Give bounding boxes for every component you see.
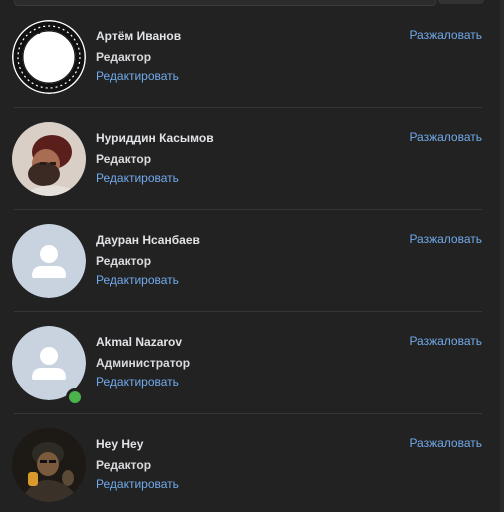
member-name[interactable]: Дауран Нсанбаев (96, 233, 200, 247)
online-indicator-icon (66, 388, 84, 406)
member-row: Артём Иванов Редактор Редактировать Разж… (0, 6, 504, 108)
member-role: Редактор (96, 254, 152, 268)
member-row: Нуриддин Касымов Редактор Редактировать … (0, 108, 504, 210)
member-row: Akmal Nazarov Администратор Редактироват… (0, 312, 504, 414)
member-name[interactable]: Артём Иванов (96, 29, 181, 43)
search-button[interactable] (438, 0, 484, 4)
edit-link[interactable]: Редактировать (96, 273, 179, 287)
member-role: Администратор (96, 356, 191, 370)
photo-avatar-icon[interactable] (12, 122, 86, 196)
member-role: Редактор (96, 152, 152, 166)
edit-link[interactable]: Редактировать (96, 171, 179, 185)
ouroboros-avatar-icon[interactable] (12, 20, 86, 94)
scrollbar[interactable] (500, 0, 504, 512)
edit-link[interactable]: Редактировать (96, 375, 179, 389)
demote-link[interactable]: Разжаловать (409, 130, 482, 144)
member-role: Редактор (96, 50, 152, 64)
member-row: Дауран Нсанбаев Редактор Редактировать Р… (0, 210, 504, 312)
demote-link[interactable]: Разжаловать (409, 232, 482, 246)
demote-link[interactable]: Разжаловать (409, 334, 482, 348)
member-row: Hey Hey Редактор Редактировать Разжалова… (0, 414, 504, 512)
edit-link[interactable]: Редактировать (96, 69, 179, 83)
members-list: Артём Иванов Редактор Редактировать Разж… (0, 6, 504, 512)
member-name[interactable]: Hey Hey (96, 437, 143, 451)
member-role: Редактор (96, 458, 152, 472)
member-name[interactable]: Нуриддин Касымов (96, 131, 214, 145)
edit-link[interactable]: Редактировать (96, 477, 179, 491)
photo-avatar-icon[interactable] (12, 428, 86, 502)
demote-link[interactable]: Разжаловать (409, 28, 482, 42)
demote-link[interactable]: Разжаловать (409, 436, 482, 450)
default-user-avatar-icon[interactable] (12, 224, 86, 298)
member-name[interactable]: Akmal Nazarov (96, 335, 182, 349)
